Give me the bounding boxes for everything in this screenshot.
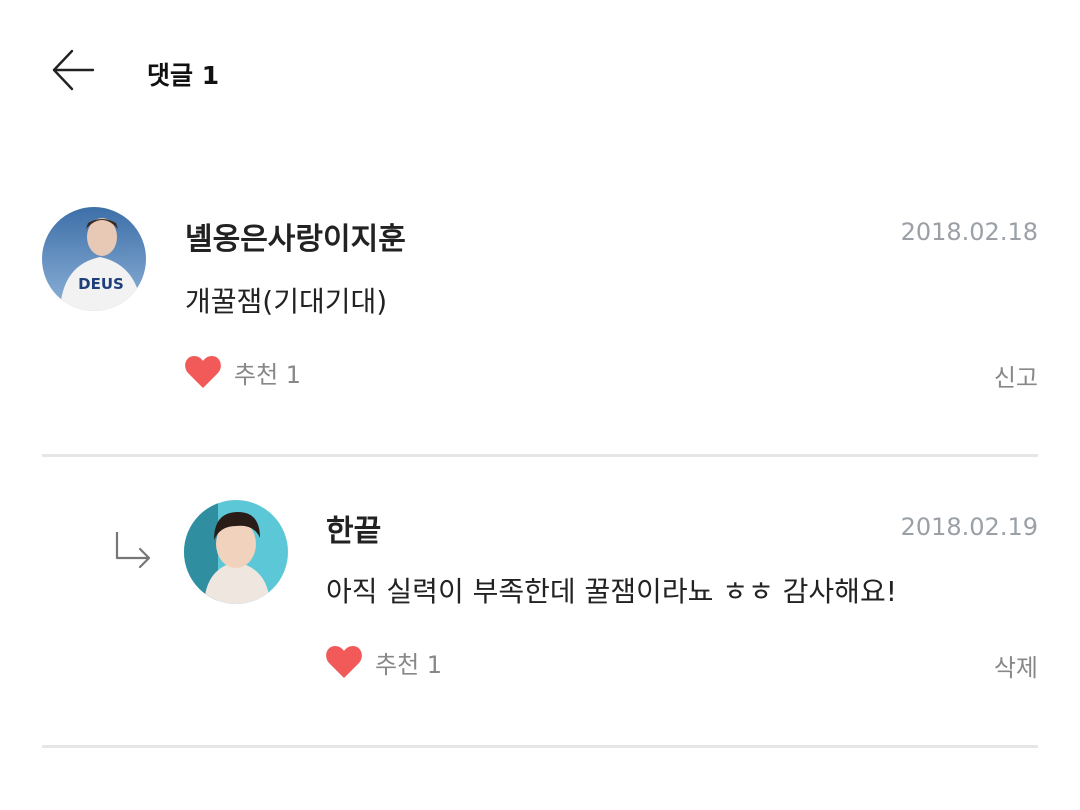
- like-count: 추천 1: [375, 650, 443, 679]
- comment-date: 2018.02.18: [900, 218, 1038, 246]
- heart-icon: [326, 646, 362, 678]
- heart-icon: [185, 356, 221, 388]
- arrow-left-icon: [52, 49, 95, 91]
- report-link[interactable]: 신고: [994, 358, 1038, 393]
- comment-text: 개꿀잼(기대기대): [185, 285, 388, 318]
- delete-link[interactable]: 삭제: [994, 648, 1038, 683]
- back-button[interactable]: [48, 45, 98, 95]
- avatar[interactable]: [184, 500, 288, 604]
- comment-date: 2018.02.19: [900, 513, 1038, 541]
- comments-page: 댓글 1 DEUS 녤옹은사랑이지훈 2018.02.18 개꿀잼(기대기대): [0, 0, 1080, 810]
- like-button[interactable]: 추천 1: [184, 352, 301, 392]
- reply-arrow-icon: [115, 532, 151, 569]
- avatar-shirt-text: DEUS: [78, 275, 124, 293]
- avatar[interactable]: DEUS: [42, 207, 146, 311]
- divider: [42, 454, 1038, 457]
- page-title: 댓글 1: [147, 61, 220, 90]
- comment-author: 한끝: [326, 514, 382, 549]
- like-button[interactable]: 추천 1: [325, 642, 442, 682]
- like-count: 추천 1: [234, 360, 302, 389]
- divider: [42, 745, 1038, 748]
- comment-author: 녤옹은사랑이지훈: [185, 222, 406, 257]
- header-bar: 댓글 1: [0, 0, 1080, 140]
- comment-text: 아직 실력이 부족한데 꿀잼이라뇨 ㅎㅎ 감사해요!: [326, 575, 897, 608]
